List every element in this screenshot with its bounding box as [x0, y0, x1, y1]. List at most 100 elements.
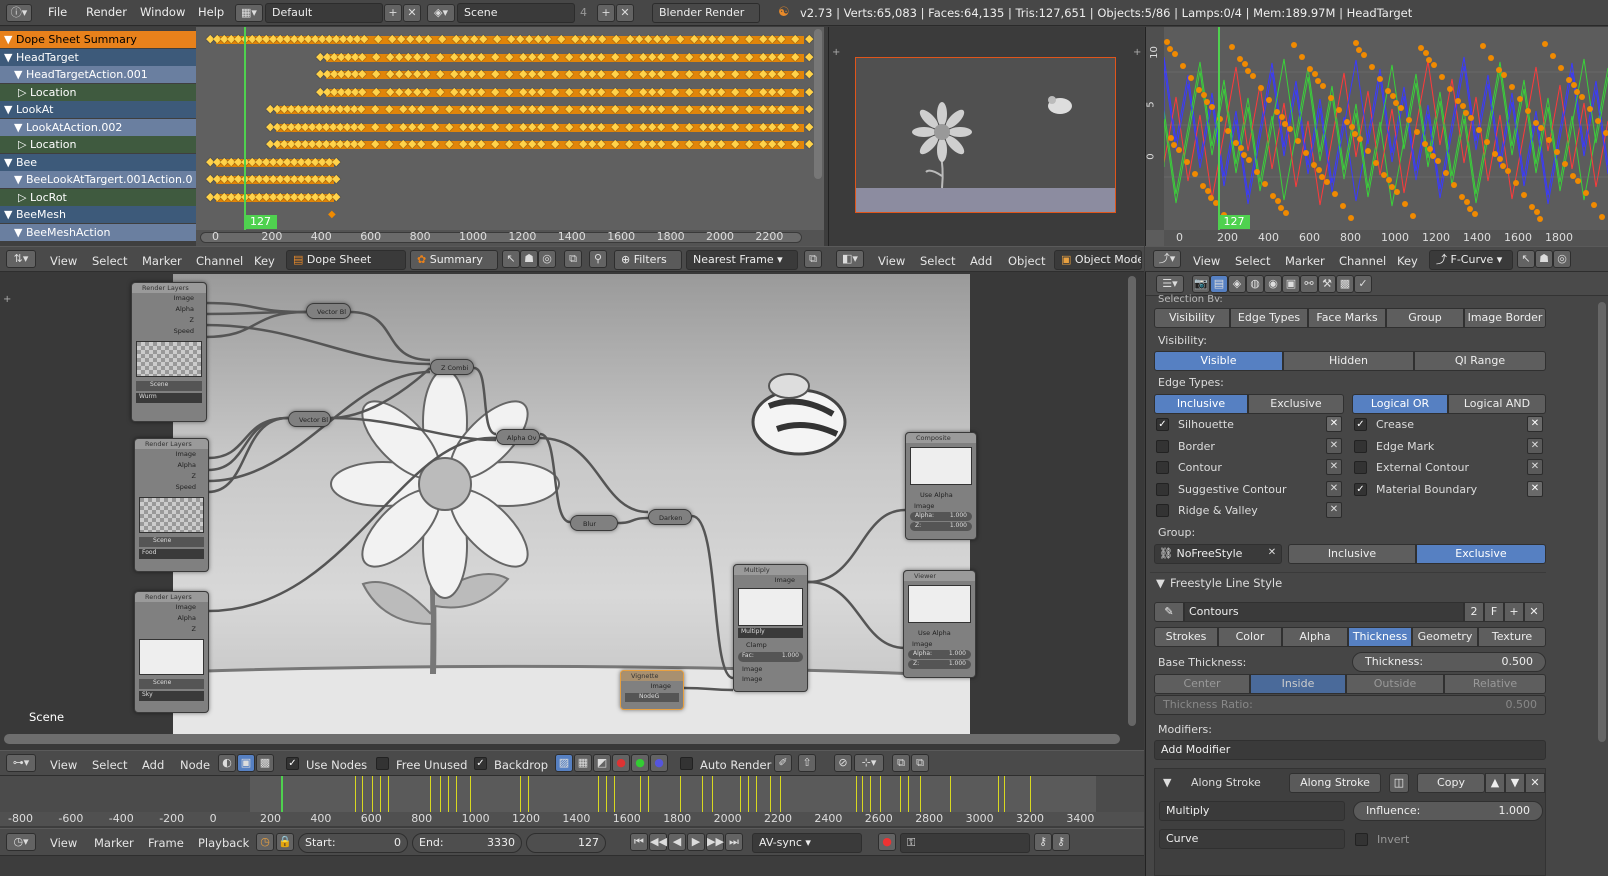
keyframe[interactable]: ◆ [676, 32, 684, 45]
keyframe[interactable]: ◆ [768, 85, 776, 98]
keyframe[interactable]: ◆ [565, 137, 573, 150]
keyframe[interactable]: ◆ [768, 32, 776, 45]
keyframe[interactable]: ◆ [358, 50, 366, 63]
keyframe[interactable]: ◆ [386, 85, 394, 98]
ds-menu-channel[interactable]: Channel [196, 254, 243, 268]
keyframe[interactable]: ◆ [611, 137, 619, 150]
tl-menu-marker[interactable]: Marker [94, 836, 134, 850]
keyframe[interactable]: ◆ [431, 102, 439, 115]
modifier-toggle-icon[interactable]: ◫ [1389, 773, 1409, 793]
fcurve-keyframe[interactable] [1275, 198, 1281, 204]
fcurve-keyframe[interactable] [1501, 72, 1507, 78]
fcurve-keyframe[interactable] [1492, 151, 1498, 157]
keyframe[interactable]: ◆ [625, 102, 633, 115]
keyframe[interactable]: ◆ [528, 85, 536, 98]
selection-tab-edge-types[interactable]: Edge Types [1230, 308, 1308, 328]
keyframe[interactable]: ◆ [612, 32, 620, 45]
keyframe[interactable]: ◆ [470, 32, 478, 45]
visibility-visible[interactable]: Visible [1154, 351, 1283, 371]
group-filter-icon[interactable]: ⧉ [564, 250, 582, 268]
keyframe[interactable]: ◆ [493, 32, 501, 45]
keyframe[interactable]: ◆ [671, 102, 679, 115]
node-scene-field[interactable]: Scene [139, 679, 204, 689]
fcurve-keyframe[interactable] [1356, 47, 1362, 53]
add-layout-icon[interactable]: + [384, 4, 402, 22]
keyframe[interactable]: ◆ [731, 32, 739, 45]
edge-checkbox[interactable] [1156, 504, 1169, 517]
keyframe[interactable]: ◆ [491, 102, 499, 115]
z-field[interactable]: Z: 1.000 [908, 660, 971, 669]
keying-set-field[interactable]: ⚿ [900, 833, 1030, 853]
fcurve-keyframe[interactable] [1472, 211, 1478, 217]
edge-checkbox[interactable]: ✓ [1354, 482, 1367, 496]
thickness-ratio-field[interactable]: Thickness Ratio: 0.500 [1154, 695, 1546, 715]
dopesheet-mode-select[interactable]: ▤ Dope Sheet [286, 250, 406, 270]
fcurve-keyframe[interactable] [1599, 214, 1605, 220]
fcurve-keyframe[interactable] [1369, 64, 1375, 70]
jump-keyframe-forward-icon[interactable]: ▶▶ [706, 833, 724, 851]
go-parent-icon[interactable]: ⇧ [798, 754, 816, 772]
keyframe[interactable]: ◆ [579, 50, 587, 63]
fcurve-keyframe[interactable] [1270, 193, 1276, 199]
fcurve-keyframe[interactable] [1316, 167, 1322, 173]
keyframe[interactable]: ◆ [413, 67, 421, 80]
fcurve-keyframe[interactable] [1430, 153, 1436, 159]
green-channel-icon[interactable]: ● [631, 754, 649, 772]
keyframe[interactable]: ◆ [551, 85, 559, 98]
keyframe-row[interactable]: ◆ [206, 206, 814, 223]
fcurve-keyframe[interactable] [1167, 46, 1173, 52]
keyframe[interactable]: ◆ [768, 67, 776, 80]
keyframe[interactable]: ◆ [528, 102, 536, 115]
keyframe[interactable]: ◆ [519, 67, 527, 80]
keyframe[interactable]: ◆ [648, 102, 656, 115]
object-mode-select[interactable]: ▣ Object Mode [1054, 250, 1142, 270]
ls-tab-thickness[interactable]: Thickness [1348, 627, 1412, 647]
keyframe[interactable]: ◆ [699, 137, 707, 150]
keyframe[interactable]: ◆ [459, 120, 467, 133]
blur-node[interactable]: Blur [570, 515, 618, 531]
keyframe[interactable]: ◆ [404, 50, 412, 63]
lock-range-icon[interactable]: 🔒 [276, 833, 294, 851]
fcurve-keyframe[interactable] [1237, 56, 1243, 62]
keyframe[interactable]: ◆ [579, 85, 587, 98]
keyframe[interactable]: ◆ [385, 102, 393, 115]
keyframe-row[interactable]: ◆ ◆ ◆ ◆ ◆ ◆ ◆ ◆ ◆ ◆ ◆ ◆ ◆ ◆ ◆ ◆ ◆ ◆ ◆ ◆ ◆ ◆ ◆ ◆ ◆ ◆ ◆ ◆ ◆ ◆ ◆ ◆ ◆ ◆ ◆ ◆ ◆ ◆ ◆ ◆… [206, 66, 814, 83]
keyframe[interactable]: ◆ [408, 137, 416, 150]
dopesheet-v-scrollbar[interactable] [814, 29, 822, 179]
timeline-editor[interactable]: -800 -600 -400 -200 0 200 400 600 800 1000 1200 140… [0, 776, 1144, 826]
only-selected-icon[interactable]: ↖ [502, 250, 520, 268]
fcurve-keyframe[interactable] [1336, 107, 1342, 113]
keyframe[interactable]: ◆ [759, 102, 767, 115]
fcurve-keyframe[interactable] [1307, 66, 1313, 72]
vp-menu-select[interactable]: Select [920, 254, 955, 268]
node-editor-type-icon[interactable]: ⊶▾ [6, 754, 36, 772]
fcurve-keyframe[interactable] [1279, 114, 1285, 120]
keyframe[interactable]: ◆ [671, 67, 679, 80]
vector-blur-node[interactable]: Vector Bl [306, 303, 351, 319]
menu-file[interactable]: File [48, 5, 67, 19]
keyframe[interactable]: ◆ [445, 102, 453, 115]
keyframe[interactable]: ◆ [528, 67, 536, 80]
edge-exclude-toggle-icon[interactable]: ✕ [1326, 459, 1342, 475]
keyframe[interactable]: ◆ [708, 137, 716, 150]
keyframe[interactable]: ◆ [450, 67, 458, 80]
info-editor-icon[interactable]: ⓘ▾ [6, 4, 32, 22]
blend-mode-select[interactable]: Multiply [1159, 801, 1345, 821]
multiply-node[interactable]: Multiply Image Multiply Clamp Fac: 1.000 … [733, 564, 808, 692]
3d-viewport[interactable]: + + [828, 27, 1144, 246]
keyframe[interactable]: ◆ [477, 50, 485, 63]
keyframe[interactable]: ◆ [417, 102, 425, 115]
keyframe[interactable]: ◆ [611, 120, 619, 133]
keyframe[interactable]: ◆ [791, 32, 799, 45]
logical-and-button[interactable]: Logical AND [1448, 394, 1546, 414]
keyframe[interactable]: ◆ [805, 137, 813, 150]
new-line-style-icon[interactable]: + [1504, 602, 1524, 622]
keyframe[interactable]: ◆ [597, 137, 605, 150]
keyframe[interactable]: ◆ [413, 50, 421, 63]
fcurve-keyframe[interactable] [1180, 63, 1186, 69]
fcurve-keyframe[interactable] [1423, 50, 1429, 56]
editor-type-icon[interactable]: ⇅▾ [6, 250, 36, 268]
fcurve-keyframe[interactable] [1246, 157, 1252, 163]
keyframe[interactable]: ◆ [385, 137, 393, 150]
keyframe[interactable]: ◆ [791, 50, 799, 63]
